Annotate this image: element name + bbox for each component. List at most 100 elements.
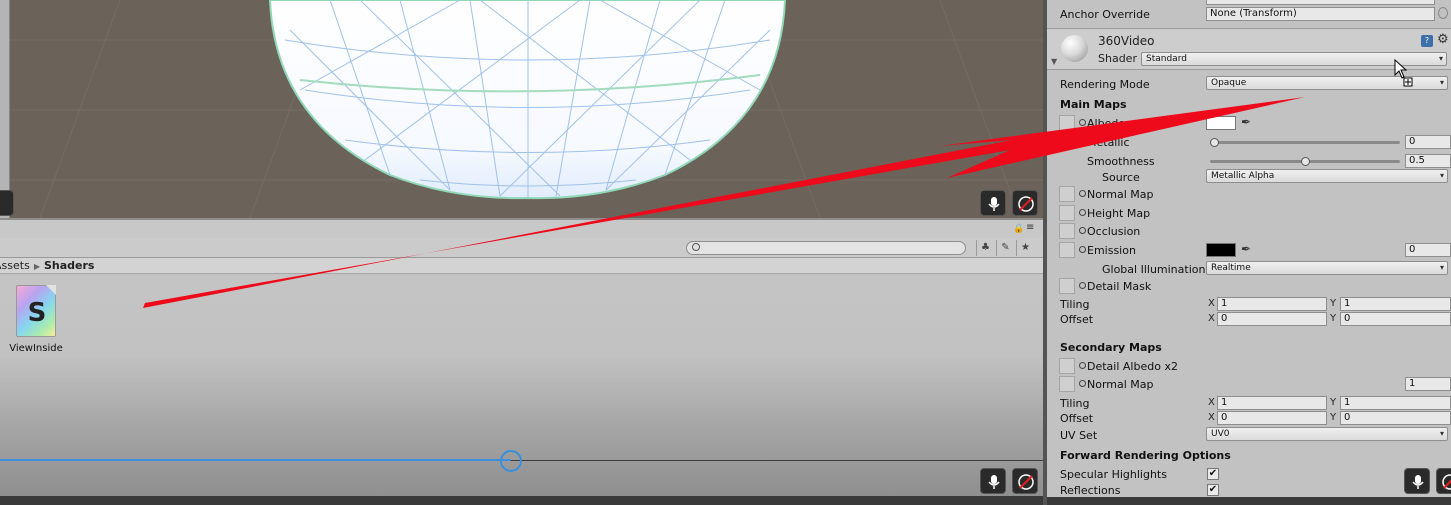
microphone-icon[interactable] — [980, 468, 1006, 494]
material-header[interactable]: 360Video Shader Standard ▾ ? ⚙ ▼ — [1047, 28, 1451, 70]
project-bottom-strip — [0, 496, 1043, 505]
main-tiling-x-field[interactable]: 1 — [1217, 297, 1327, 311]
metallic-slider-track[interactable] — [1210, 141, 1400, 144]
rotate-sync-icon[interactable] — [1012, 190, 1038, 216]
breadcrumb-separator-icon: ▶ — [33, 262, 40, 271]
source-row: Source Metallic Alpha ▾ — [1047, 169, 1451, 185]
smoothness-slider-thumb[interactable] — [1300, 157, 1310, 166]
smoothness-value-field[interactable]: 0.5 — [1405, 154, 1451, 168]
filter-by-type-icon[interactable]: ♣ — [976, 240, 994, 256]
albedo-texture-slot[interactable] — [1059, 115, 1075, 131]
breadcrumb-root[interactable]: Assets — [0, 259, 30, 272]
texture-picker-icon[interactable] — [1079, 380, 1086, 387]
emission-label: Emission — [1087, 244, 1136, 257]
anchor-override-field[interactable]: None (Transform) — [1206, 7, 1435, 21]
shader-value: Standard — [1146, 54, 1187, 64]
main-offset-x-field[interactable]: 0 — [1217, 312, 1327, 326]
eyedropper-icon[interactable]: ✒ — [1241, 242, 1251, 256]
height-map-texture-slot[interactable] — [1059, 205, 1075, 221]
emission-value-field[interactable]: 0 — [1405, 243, 1451, 257]
uv-set-label: UV Set — [1060, 429, 1098, 442]
main-offset-y-field[interactable]: 0 — [1340, 312, 1451, 326]
gear-icon[interactable]: ⚙ — [1437, 32, 1449, 47]
search-icon — [692, 243, 700, 251]
reflections-checkbox[interactable]: ✔ — [1207, 484, 1219, 496]
lock-icon[interactable]: 🔒 — [1013, 224, 1024, 234]
chevron-down-icon: ▾ — [1439, 429, 1444, 438]
main-offset-label: Offset — [1060, 313, 1094, 326]
microphone-icon[interactable] — [1404, 468, 1430, 494]
foldout-arrow-icon[interactable]: ▼ — [1051, 57, 1057, 66]
timeline-progress — [0, 459, 512, 461]
specular-highlights-checkbox[interactable]: ✔ — [1207, 468, 1219, 480]
detail-albedo-row: Detail Albedo x2 — [1047, 358, 1451, 374]
cutoff-field[interactable] — [1206, 0, 1435, 5]
secondary-normal-map-texture-slot[interactable] — [1059, 376, 1075, 392]
texture-picker-icon[interactable] — [1079, 246, 1086, 253]
x-axis-label: X — [1208, 298, 1215, 309]
help-book-icon[interactable]: ? — [1421, 35, 1433, 47]
search-input[interactable] — [686, 241, 966, 255]
detail-albedo-texture-slot[interactable] — [1059, 358, 1075, 374]
secondary-tiling-y-field[interactable]: 1 — [1340, 396, 1451, 410]
source-label: Source — [1102, 171, 1140, 184]
detail-mask-texture-slot[interactable] — [1059, 278, 1075, 294]
texture-picker-icon[interactable] — [1079, 227, 1086, 234]
uv-set-value: UV0 — [1211, 429, 1230, 439]
emission-texture-slot[interactable] — [1059, 242, 1075, 258]
asset-grid[interactable]: S ViewInside — [0, 275, 1043, 505]
forward-rendering-title: Forward Rendering Options — [1060, 449, 1231, 462]
metallic-row: Metallic 0 — [1047, 134, 1451, 150]
x-axis-label: X — [1208, 313, 1215, 324]
chevron-down-icon: ▾ — [1438, 54, 1443, 63]
sphere-mesh[interactable] — [268, 0, 787, 200]
microphone-icon[interactable] — [980, 190, 1006, 216]
specular-highlights-label: Specular Highlights — [1060, 468, 1167, 481]
normal-map-row: Normal Map — [1047, 186, 1451, 202]
normal-map-label: Normal Map — [1087, 188, 1154, 201]
texture-picker-icon[interactable] — [1079, 119, 1086, 126]
chevron-down-icon: ▾ — [1439, 78, 1444, 87]
breadcrumb-current[interactable]: Shaders — [44, 259, 94, 272]
secondary-offset-y-field[interactable]: 0 — [1340, 411, 1451, 425]
emission-row: Emission ✒ 0 — [1047, 242, 1451, 258]
secondary-normal-map-value-field[interactable]: 1 — [1405, 377, 1451, 391]
metallic-value-field[interactable]: 0 — [1405, 135, 1451, 149]
material-preview-sphere — [1061, 35, 1088, 62]
secondary-tiling-x-field[interactable]: 1 — [1217, 396, 1327, 410]
main-tiling-y-field[interactable]: 1 — [1340, 297, 1451, 311]
secondary-maps-title: Secondary Maps — [1060, 341, 1162, 354]
scene-record-icon[interactable] — [0, 190, 14, 216]
eyedropper-icon[interactable]: ✒ — [1241, 115, 1251, 129]
secondary-offset-x-field[interactable]: 0 — [1217, 411, 1327, 425]
texture-picker-icon[interactable] — [1079, 190, 1086, 197]
source-dropdown[interactable]: Metallic Alpha ▾ — [1206, 169, 1448, 183]
normal-map-texture-slot[interactable] — [1059, 186, 1075, 202]
texture-picker-icon[interactable] — [1079, 362, 1086, 369]
mouse-cursor-icon — [1394, 59, 1413, 87]
x-axis-label: X — [1208, 397, 1215, 408]
texture-picker-icon[interactable] — [1079, 209, 1086, 216]
global-illumination-dropdown[interactable]: Realtime ▾ — [1206, 261, 1448, 275]
main-tiling-label: Tiling — [1060, 298, 1090, 311]
secondary-normal-map-label: Normal Map — [1087, 378, 1154, 391]
texture-picker-icon[interactable] — [1079, 282, 1086, 289]
rotate-sync-icon[interactable] — [1012, 468, 1038, 494]
project-toolbar: ♣ ✎ ★ — [0, 238, 1043, 258]
object-picker-icon[interactable] — [1438, 7, 1448, 19]
favorites-star-icon[interactable]: ★ — [1016, 240, 1034, 256]
shader-file-icon: S — [16, 285, 56, 337]
smoothness-label: Smoothness — [1087, 155, 1155, 168]
occlusion-texture-slot[interactable] — [1059, 223, 1075, 239]
chevron-down-icon: ▾ — [1439, 263, 1444, 272]
scene-view[interactable] — [0, 0, 1043, 218]
emission-color-swatch[interactable] — [1206, 243, 1236, 257]
metallic-slider-thumb[interactable] — [1210, 138, 1219, 147]
panel-menu-icon[interactable]: ≡ — [1026, 222, 1034, 233]
uv-set-dropdown[interactable]: UV0 ▾ — [1206, 427, 1448, 441]
rotate-sync-icon[interactable] — [1436, 468, 1451, 494]
albedo-color-swatch[interactable] — [1206, 116, 1236, 130]
asset-item[interactable]: S ViewInside — [6, 285, 66, 360]
timeline-knob[interactable] — [500, 450, 523, 472]
filter-by-label-icon[interactable]: ✎ — [996, 240, 1014, 256]
